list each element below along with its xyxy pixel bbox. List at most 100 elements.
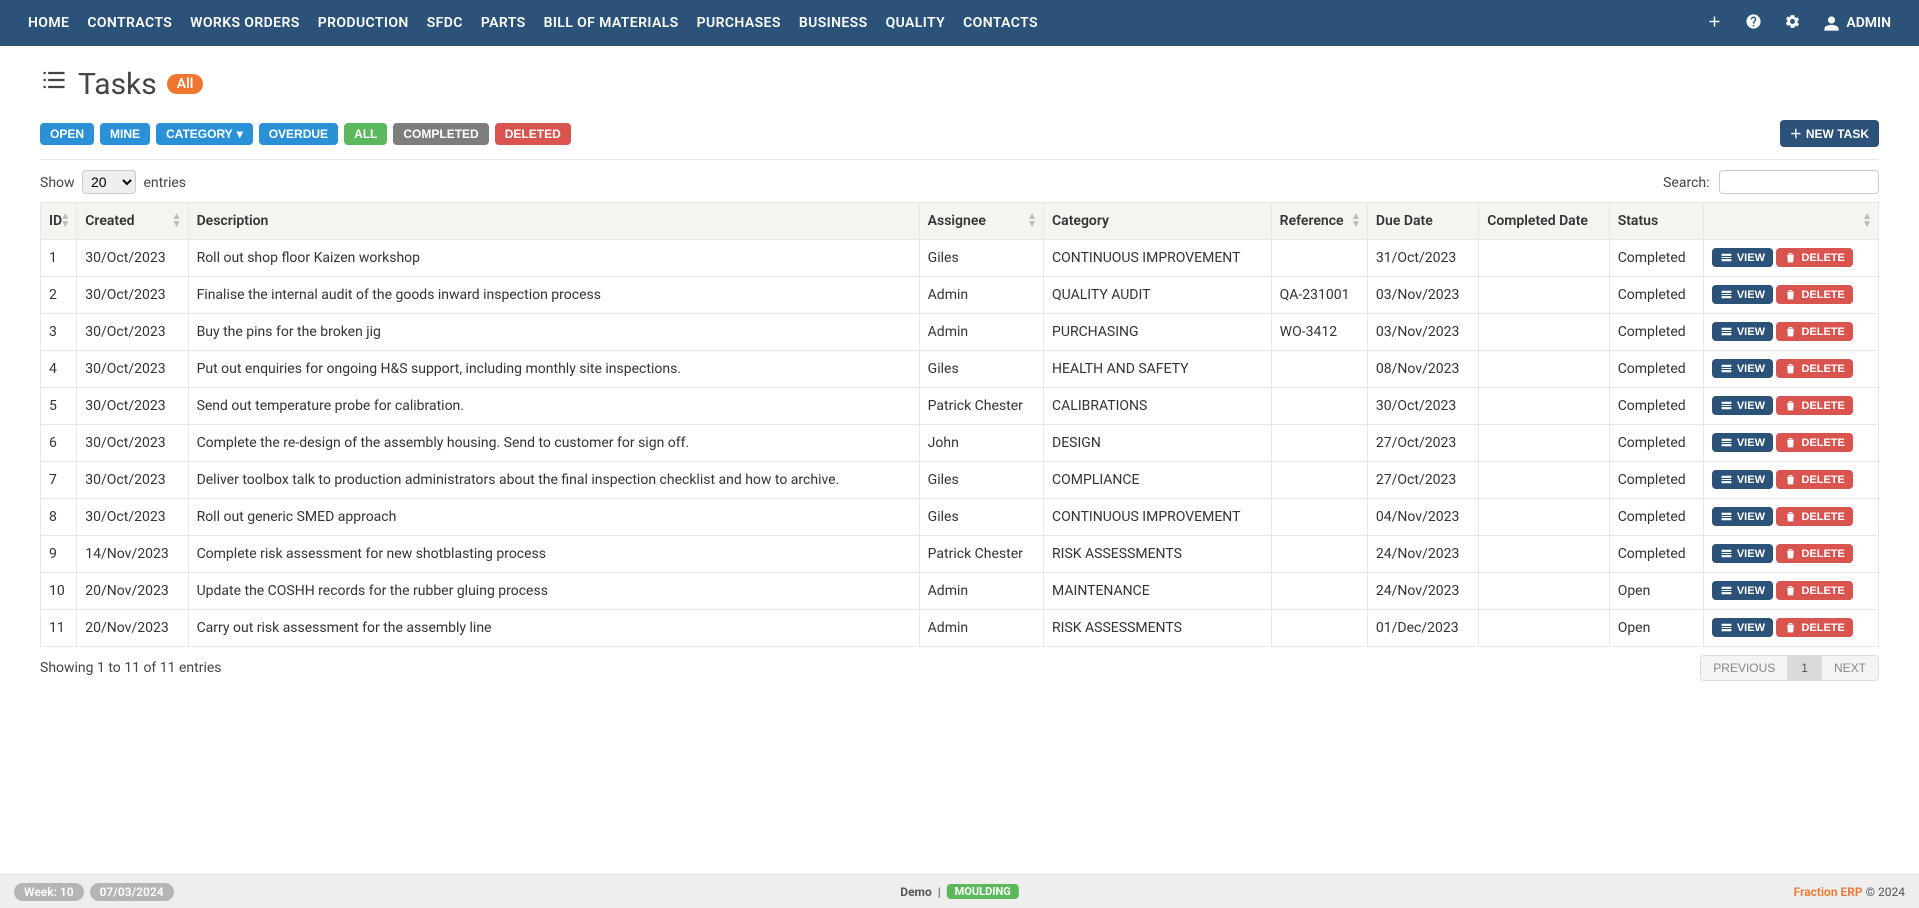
cell: Completed — [1609, 499, 1703, 536]
cell: Completed — [1609, 277, 1703, 314]
delete-button[interactable]: DELETE — [1776, 470, 1852, 489]
user-menu[interactable]: ADMIN — [1823, 15, 1891, 32]
nav-works-orders[interactable]: WORKS ORDERS — [190, 15, 300, 31]
table-footer: Showing 1 to 11 of 11 entries PREVIOUS 1… — [40, 655, 1879, 681]
col-actions[interactable]: ▲▼ — [1703, 203, 1878, 240]
view-button[interactable]: VIEW — [1712, 507, 1773, 526]
nav-contacts[interactable]: CONTACTS — [963, 15, 1038, 31]
nav-business[interactable]: BUSINESS — [799, 15, 868, 31]
delete-button[interactable]: DELETE — [1776, 359, 1852, 378]
date-pill: 07/03/2024 — [90, 883, 174, 901]
filter-open[interactable]: OPEN — [40, 123, 94, 145]
delete-button[interactable]: DELETE — [1776, 433, 1852, 452]
nav-parts[interactable]: PARTS — [481, 15, 526, 31]
actions-cell: VIEW DELETE — [1703, 277, 1878, 314]
col-category[interactable]: Category — [1044, 203, 1272, 240]
table-row: 630/Oct/2023Complete the re-design of th… — [41, 425, 1879, 462]
nav-bill-of-materials[interactable]: BILL OF MATERIALS — [544, 15, 679, 31]
view-button[interactable]: VIEW — [1712, 248, 1773, 267]
cell: Completed — [1609, 425, 1703, 462]
pager-next[interactable]: NEXT — [1821, 655, 1879, 681]
nav-home[interactable]: HOME — [28, 15, 69, 31]
cell: PURCHASING — [1044, 314, 1272, 351]
col-assignee[interactable]: Assignee▲▼ — [919, 203, 1043, 240]
help-icon[interactable] — [1745, 13, 1762, 34]
view-label: VIEW — [1737, 252, 1765, 264]
delete-button[interactable]: DELETE — [1776, 618, 1852, 637]
filter-overdue[interactable]: OVERDUE — [259, 123, 338, 145]
delete-button[interactable]: DELETE — [1776, 581, 1852, 600]
actions-cell: VIEW DELETE — [1703, 610, 1878, 647]
cell — [1271, 573, 1367, 610]
col-created[interactable]: Created▲▼ — [77, 203, 188, 240]
view-label: VIEW — [1737, 400, 1765, 412]
cell — [1271, 536, 1367, 573]
cell — [1479, 610, 1610, 647]
view-button[interactable]: VIEW — [1712, 396, 1773, 415]
col-id[interactable]: ID▲▼ — [41, 203, 77, 240]
filter-completed[interactable]: COMPLETED — [393, 123, 488, 145]
delete-button[interactable]: DELETE — [1776, 396, 1852, 415]
col-completed-date[interactable]: Completed Date — [1479, 203, 1610, 240]
nav-purchases[interactable]: PURCHASES — [697, 15, 781, 31]
cell: 4 — [41, 351, 77, 388]
filter-category-dropdown[interactable]: CATEGORY ▾ — [156, 123, 253, 145]
table-row: 1020/Nov/2023Update the COSHH records fo… — [41, 573, 1879, 610]
search-label: Search: — [1663, 175, 1709, 191]
delete-button[interactable]: DELETE — [1776, 285, 1852, 304]
view-label: VIEW — [1737, 474, 1765, 486]
delete-button[interactable]: DELETE — [1776, 544, 1852, 563]
cell: 27/Oct/2023 — [1367, 425, 1478, 462]
cell: 3 — [41, 314, 77, 351]
gear-icon[interactable] — [1784, 13, 1801, 34]
view-button[interactable]: VIEW — [1712, 470, 1773, 489]
view-label: VIEW — [1737, 585, 1765, 597]
delete-label: DELETE — [1801, 474, 1844, 486]
delete-button[interactable]: DELETE — [1776, 507, 1852, 526]
cell: 08/Nov/2023 — [1367, 351, 1478, 388]
view-button[interactable]: VIEW — [1712, 285, 1773, 304]
actions-cell: VIEW DELETE — [1703, 536, 1878, 573]
view-label: VIEW — [1737, 622, 1765, 634]
cell: Completed — [1609, 388, 1703, 425]
actions-cell: VIEW DELETE — [1703, 314, 1878, 351]
view-button[interactable]: VIEW — [1712, 581, 1773, 600]
delete-label: DELETE — [1801, 252, 1844, 264]
new-task-label: NEW TASK — [1806, 127, 1869, 141]
cell: 30/Oct/2023 — [77, 351, 188, 388]
cell: 24/Nov/2023 — [1367, 573, 1478, 610]
view-button[interactable]: VIEW — [1712, 359, 1773, 378]
nav-contracts[interactable]: CONTRACTS — [87, 15, 172, 31]
col-status[interactable]: Status — [1609, 203, 1703, 240]
search-input[interactable] — [1719, 170, 1879, 194]
actions-cell: VIEW DELETE — [1703, 425, 1878, 462]
view-button[interactable]: VIEW — [1712, 618, 1773, 637]
col-due-date[interactable]: Due Date — [1367, 203, 1478, 240]
pager-prev[interactable]: PREVIOUS — [1700, 655, 1788, 681]
filter-mine[interactable]: MINE — [100, 123, 150, 145]
view-button[interactable]: VIEW — [1712, 433, 1773, 452]
search-box: Search: — [1663, 170, 1879, 194]
length-select[interactable]: 102050100 — [82, 170, 136, 194]
filter-all[interactable]: ALL — [344, 123, 387, 145]
view-button[interactable]: VIEW — [1712, 544, 1773, 563]
nav-quality[interactable]: QUALITY — [886, 15, 946, 31]
actions-cell: VIEW DELETE — [1703, 388, 1878, 425]
col-description[interactable]: Description — [188, 203, 919, 240]
plus-icon[interactable] — [1706, 13, 1723, 34]
col-reference[interactable]: Reference▲▼ — [1271, 203, 1367, 240]
delete-button[interactable]: DELETE — [1776, 248, 1852, 267]
pager-page-1[interactable]: 1 — [1788, 655, 1821, 681]
new-task-button[interactable]: ＋ NEW TASK — [1780, 120, 1879, 147]
cell: Completed — [1609, 314, 1703, 351]
cell: 2 — [41, 277, 77, 314]
view-button[interactable]: VIEW — [1712, 322, 1773, 341]
cell: Roll out shop floor Kaizen workshop — [188, 240, 919, 277]
delete-label: DELETE — [1801, 437, 1844, 449]
filter-deleted[interactable]: DELETED — [495, 123, 571, 145]
cell: COMPLIANCE — [1044, 462, 1272, 499]
nav-production[interactable]: PRODUCTION — [318, 15, 409, 31]
nav-sfdc[interactable]: SFDC — [427, 15, 463, 31]
cell — [1479, 240, 1610, 277]
delete-button[interactable]: DELETE — [1776, 322, 1852, 341]
